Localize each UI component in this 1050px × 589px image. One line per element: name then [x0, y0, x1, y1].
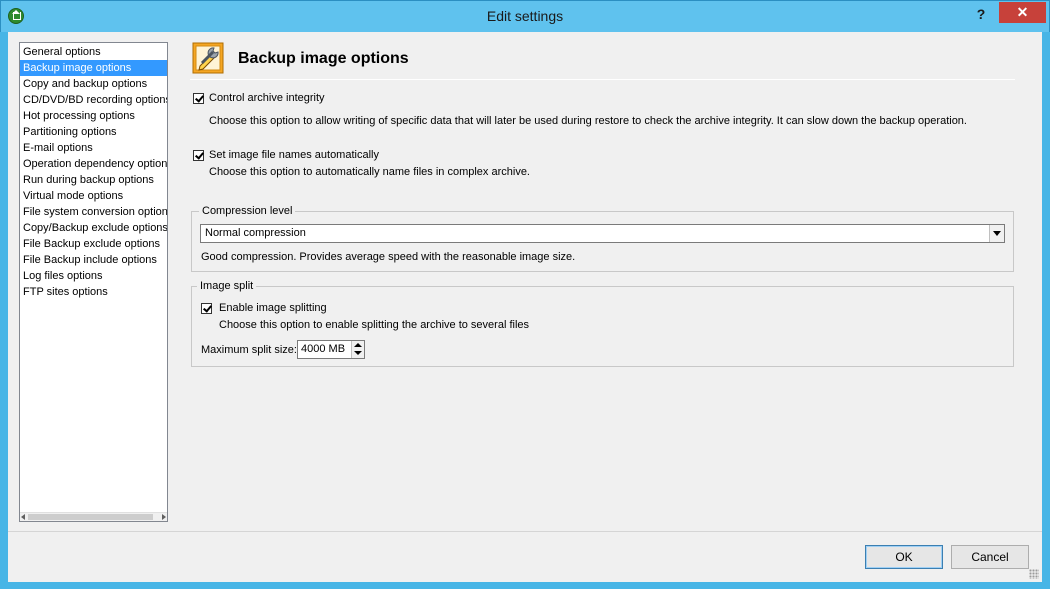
close-button[interactable]: ✕ — [999, 2, 1046, 23]
sidebar-item[interactable]: Partitioning options — [20, 124, 167, 140]
sidebar-item[interactable]: Copy and backup options — [20, 76, 167, 92]
sidebar-item[interactable]: Run during backup options — [20, 172, 167, 188]
compression-description: Good compression. Provides average speed… — [201, 251, 576, 263]
ok-button[interactable]: OK — [865, 545, 943, 569]
sidebar-item[interactable]: Copy/Backup exclude options — [20, 220, 167, 236]
footer-separator — [8, 531, 1042, 532]
auto-names-label[interactable]: Set image file names automatically — [209, 149, 379, 161]
window-title: Edit settings — [486, 8, 564, 24]
compression-level-dropdown[interactable]: Normal compression — [200, 224, 1005, 243]
chevron-down-icon[interactable] — [989, 225, 1004, 242]
max-split-size-stepper[interactable]: 4000 MB — [297, 340, 365, 359]
sidebar-item[interactable]: Virtual mode options — [20, 188, 167, 204]
sidebar-item[interactable]: File Backup include options — [20, 252, 167, 268]
arrow-down-icon[interactable] — [354, 351, 362, 355]
image-split-legend: Image split — [197, 280, 257, 292]
enable-splitting-description: Choose this option to enable splitting t… — [219, 319, 530, 331]
dialog-client-area: General options Backup image options Copy … — [8, 32, 1042, 582]
stepper-buttons[interactable] — [351, 341, 364, 358]
scroll-left-icon[interactable] — [21, 514, 25, 520]
control-integrity-description: Choose this option to allow writing of s… — [209, 115, 967, 127]
sidebar-item[interactable]: Operation dependency options — [20, 156, 167, 172]
compression-level-value: Normal compression — [205, 227, 306, 239]
sidebar-item[interactable]: Backup image options — [20, 60, 167, 76]
options-category-items: General options Backup image options Copy … — [20, 43, 167, 300]
control-integrity-label[interactable]: Control archive integrity — [209, 92, 325, 104]
title-separator — [190, 79, 1015, 80]
arrow-up-icon[interactable] — [354, 343, 362, 347]
scrollbar-thumb[interactable] — [28, 514, 153, 520]
cancel-button[interactable]: Cancel — [951, 545, 1029, 569]
auto-names-description: Choose this option to automatically name… — [209, 166, 530, 178]
enable-splitting-checkbox[interactable] — [201, 303, 212, 314]
sidebar-item[interactable]: General options — [20, 44, 167, 60]
sidebar-item[interactable]: E-mail options — [20, 140, 167, 156]
auto-names-checkbox[interactable] — [193, 150, 204, 161]
settings-wrench-pencil-icon — [192, 42, 224, 74]
sidebar-item[interactable]: File system conversion options — [20, 204, 167, 220]
sidebar-item[interactable]: CD/DVD/BD recording options — [20, 92, 167, 108]
resize-grip-icon[interactable] — [1029, 569, 1039, 579]
sidebar-item[interactable]: File Backup exclude options — [20, 236, 167, 252]
options-category-list[interactable]: General options Backup image options Copy … — [19, 42, 168, 522]
horizontal-scrollbar[interactable] — [20, 512, 167, 521]
title-bar[interactable]: Edit settings ? ✕ — [0, 0, 1050, 32]
compression-level-legend: Compression level — [199, 205, 296, 217]
max-split-size-label: Maximum split size: — [201, 344, 297, 356]
scroll-right-icon[interactable] — [162, 514, 166, 520]
control-integrity-checkbox[interactable] — [193, 93, 204, 104]
sidebar-item[interactable]: FTP sites options — [20, 284, 167, 300]
sidebar-item[interactable]: Hot processing options — [20, 108, 167, 124]
enable-splitting-label[interactable]: Enable image splitting — [219, 302, 327, 314]
help-button[interactable]: ? — [966, 3, 996, 25]
sidebar-item[interactable]: Log files options — [20, 268, 167, 284]
max-split-size-value: 4000 MB — [301, 343, 346, 355]
panel-title: Backup image options — [238, 50, 409, 67]
